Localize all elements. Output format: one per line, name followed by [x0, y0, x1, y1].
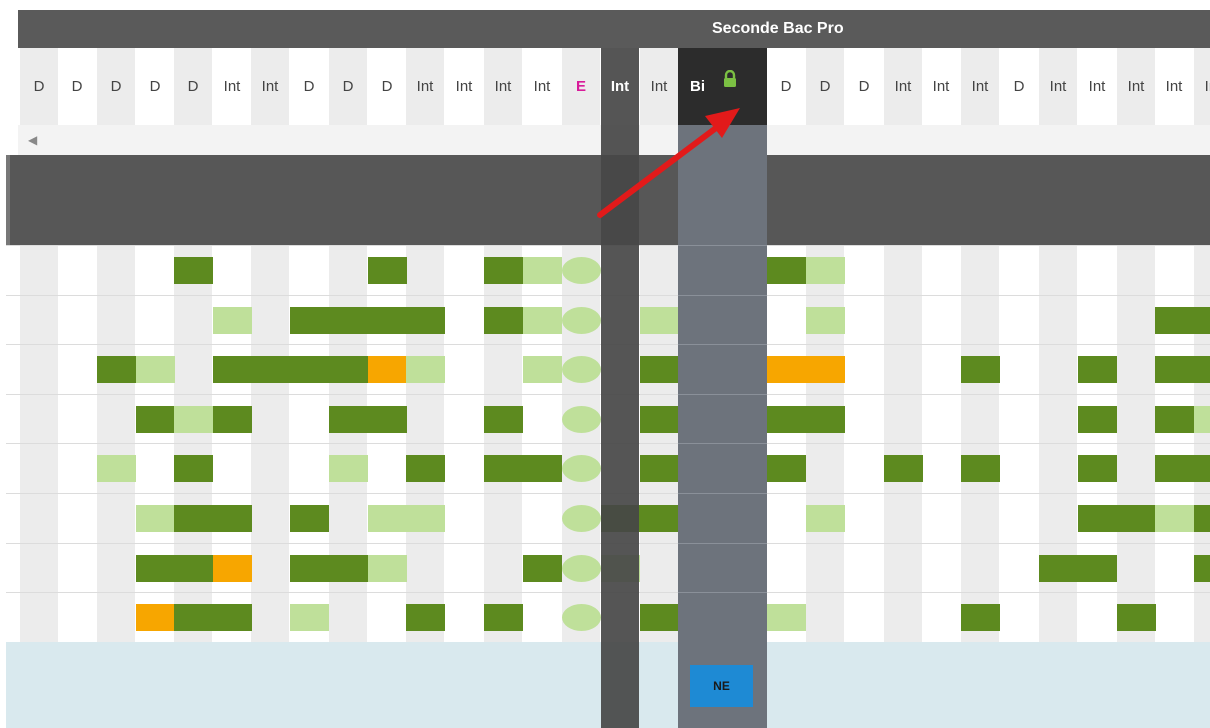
- annotation-arrow-icon: [597, 108, 740, 218]
- competence-grid: Seconde Bac Pro D D D D D Int Int D D D Int Int Int I…: [0, 0, 1210, 728]
